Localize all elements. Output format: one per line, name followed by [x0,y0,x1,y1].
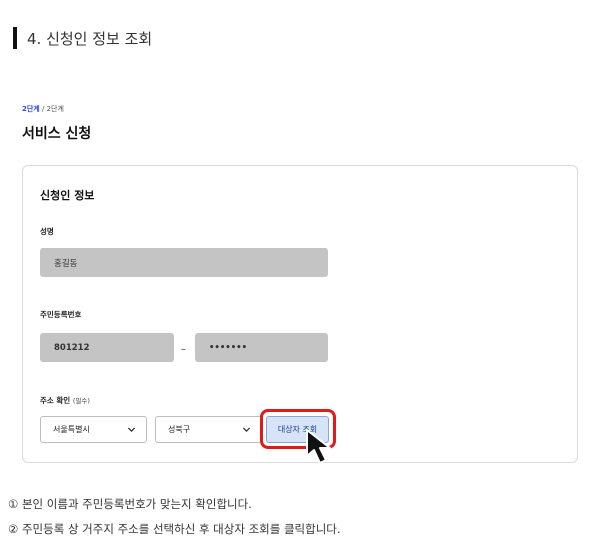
resident-number-dash: – [181,344,186,355]
chevron-down-icon [127,427,136,433]
section-marker-bar [13,27,17,49]
required-note: (필수) [72,397,90,405]
name-field[interactable]: 홍길동 [40,248,328,277]
mouse-pointer-icon [306,429,331,464]
instruction-note-1: ① 본인 이름과 주민등록번호가 맞는지 확인합니다. [8,497,252,511]
page-title: 서비스 신청 [22,126,92,142]
district-select-value: 성북구 [168,425,191,434]
section-title: 4. 신청인 정보 조회 [27,29,153,48]
city-select-value: 서울특별시 [53,425,90,434]
card-title: 신청인 정보 [40,189,95,202]
step-current: 2단계 [22,105,40,113]
resident-number-front-field[interactable]: 801212 [40,333,174,362]
step-separator: / [39,105,47,113]
address-label: 주소 확인 (필수) [40,395,90,406]
resident-number-label: 주민등록번호 [40,310,82,319]
city-select[interactable]: 서울특별시 [40,416,147,443]
resident-number-back-field[interactable]: ••••••• [195,333,328,362]
step-indicator: 2단계 / 2단계 [22,104,64,114]
section-header: 4. 신청인 정보 조회 [13,27,152,49]
name-label: 성명 [40,227,54,236]
district-select[interactable]: 성북구 [155,416,262,443]
address-label-text: 주소 확인 [40,396,71,405]
chevron-down-icon [242,427,251,433]
step-total: 2단계 [46,105,64,113]
instruction-note-2: ② 주민등록 상 거주지 주소를 선택하신 후 대상자 조회를 클릭합니다. [8,522,341,536]
